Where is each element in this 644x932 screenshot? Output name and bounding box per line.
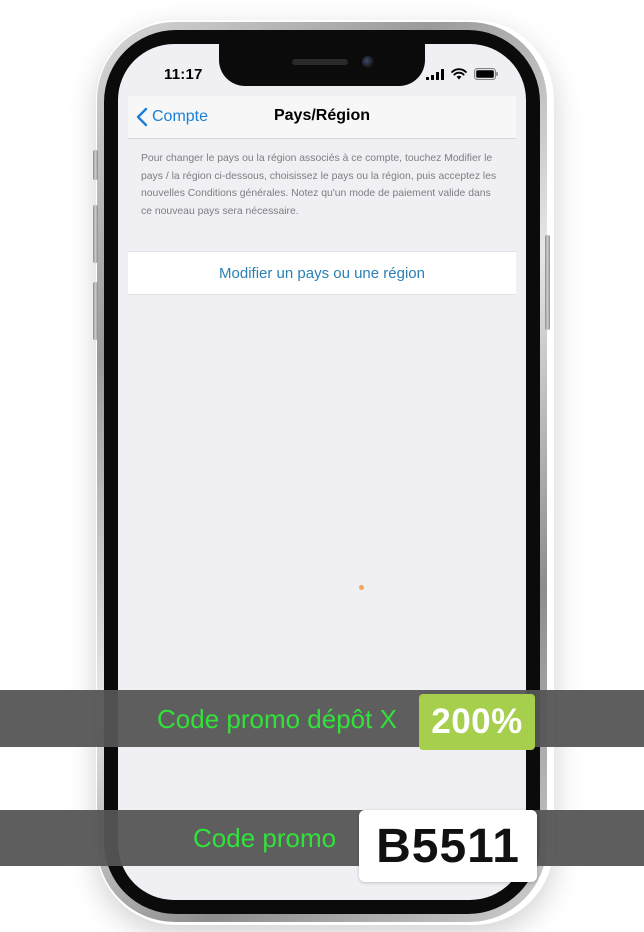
promo-text-deposit: Code promo dépôt X	[157, 704, 397, 734]
volume-down-button	[93, 282, 98, 340]
volume-up-button	[93, 205, 98, 263]
page-title: Pays/Région	[273, 107, 371, 124]
promo-percent-badge: 200%	[419, 694, 535, 750]
navigation-bar: Compte Pays/Région	[128, 96, 516, 139]
description-text: Pour changer le pays ou la région associ…	[141, 153, 497, 217]
promo-text-code: Code promo	[193, 823, 337, 853]
notch	[219, 44, 425, 86]
front-camera	[362, 56, 374, 68]
wifi-icon	[451, 68, 467, 80]
battery-icon	[474, 68, 498, 80]
silent-switch	[93, 150, 98, 180]
change-country-label: Modifier un pays ou une région	[219, 264, 425, 282]
speaker-grille	[292, 59, 348, 65]
promo-code-badge: B5511	[359, 810, 537, 882]
loading-indicator	[359, 585, 364, 590]
power-button	[545, 235, 550, 330]
change-country-button[interactable]: Modifier un pays ou une région	[128, 251, 516, 295]
signal-icon	[426, 69, 444, 80]
status-time: 11:17	[164, 66, 203, 83]
